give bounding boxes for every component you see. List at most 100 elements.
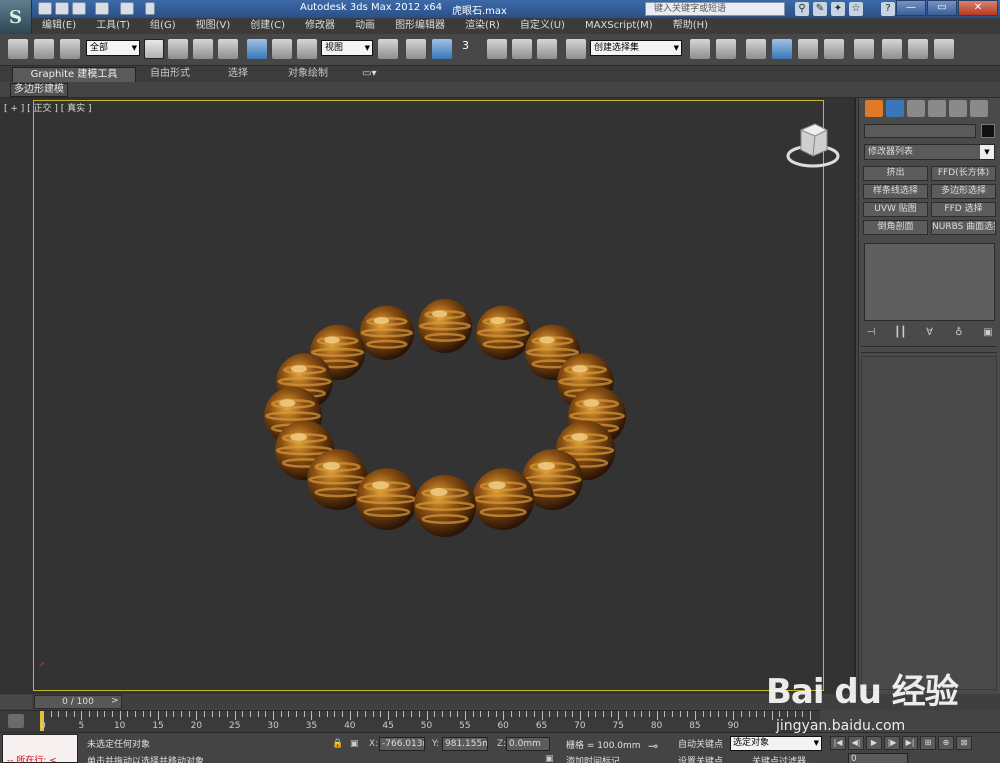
curve-editor-icon[interactable] — [798, 39, 818, 59]
modifier-list-dropdown[interactable]: 修改器列表 ▼ — [864, 144, 995, 160]
show-end-result-icon[interactable]: ┃┃ — [893, 326, 907, 340]
x-coord-field[interactable]: -766.013m — [379, 737, 425, 751]
render-setup-icon[interactable] — [882, 39, 902, 59]
add-time-tag[interactable]: 添加时间标记 — [566, 754, 620, 763]
edit-named-selection-icon[interactable] — [566, 39, 586, 59]
play-icon[interactable]: ▶ — [866, 736, 882, 750]
time-tag-icon[interactable]: ▣ — [545, 754, 554, 763]
undo-icon[interactable] — [95, 2, 109, 15]
menu-graph-editors[interactable]: 图形编辑器 — [385, 18, 455, 34]
absolute-mode-icon[interactable]: ▣ — [350, 739, 359, 749]
maxscript-listener[interactable]: -- 所在行: < — [2, 734, 78, 763]
set-key-button[interactable]: 设置关键点 — [678, 754, 723, 763]
track-bar[interactable]: 0 5 10 15 20 25 30 35 40 45 50 55 60 65 70 75 80 85 90 — [0, 710, 820, 732]
object-color-swatch[interactable] — [981, 124, 995, 138]
tab-graphite-modeling[interactable]: Graphite 建模工具 — [12, 67, 136, 82]
manipulate-icon[interactable] — [406, 39, 426, 59]
modify-tab-icon[interactable] — [886, 100, 904, 117]
bevel-profile-button[interactable]: 倒角剖面 — [863, 220, 928, 235]
layer-manager-icon[interactable] — [746, 39, 766, 59]
key-filters-button[interactable]: 关键点过滤器... — [752, 754, 815, 763]
selection-filter-dropdown[interactable]: 全部 — [86, 40, 140, 56]
rect-selection-icon[interactable] — [193, 39, 213, 59]
window-crossing-icon[interactable] — [218, 39, 238, 59]
minimize-button[interactable]: — — [896, 0, 926, 16]
rollout-area[interactable] — [861, 356, 997, 690]
material-editor-icon[interactable] — [854, 39, 874, 59]
favorites-icon[interactable]: ☆ — [849, 2, 863, 16]
current-frame-field[interactable]: 0 — [848, 753, 908, 763]
subscription-icon[interactable]: ✦ — [831, 2, 845, 16]
nurbs-surface-select-button[interactable]: NURBS 曲面选择 — [931, 220, 996, 235]
unlink-icon[interactable] — [34, 39, 54, 59]
orbit-icon[interactable]: ⊕ — [938, 736, 954, 750]
close-button[interactable]: ✕ — [958, 0, 998, 16]
app-logo[interactable]: S — [0, 0, 32, 34]
snap-toggle-icon[interactable]: 3 — [462, 39, 482, 59]
rendered-frame-icon[interactable] — [908, 39, 928, 59]
ffd-box-button[interactable]: FFD(长方体) — [931, 166, 996, 181]
select-by-name-icon[interactable] — [168, 39, 188, 59]
named-selection-dropdown[interactable]: 创建选择集 — [590, 40, 682, 56]
menu-customize[interactable]: 自定义(U) — [510, 18, 575, 34]
display-tab-icon[interactable] — [949, 100, 967, 117]
configure-sets-icon[interactable]: ▣ — [981, 326, 995, 340]
auto-key-button[interactable]: 自动关键点 — [678, 737, 723, 750]
angle-snap-icon[interactable] — [487, 39, 507, 59]
go-to-end-icon[interactable]: ▶| — [902, 736, 918, 750]
tab-selection[interactable]: 选择 — [228, 67, 248, 82]
motion-tab-icon[interactable] — [928, 100, 946, 117]
mirror-icon[interactable] — [690, 39, 710, 59]
tab-freeform[interactable]: 自由形式 — [150, 67, 190, 82]
maximize-button[interactable]: ▭ — [927, 0, 957, 16]
menu-view[interactable]: 视图(V) — [186, 18, 241, 34]
uvw-map-button[interactable]: UVW 贴图 — [863, 202, 928, 217]
binoculars-icon[interactable]: ⚲ — [795, 2, 809, 16]
link-icon[interactable] — [8, 39, 28, 59]
keyboard-shortcut-icon[interactable] — [432, 39, 452, 59]
qa-dropdown-icon[interactable] — [145, 2, 155, 15]
y-coord-field[interactable]: 981.155mm — [442, 737, 488, 751]
redo-icon[interactable] — [120, 2, 134, 15]
polygon-modeling-panel[interactable]: 多边形建模 — [10, 83, 68, 97]
track-bar-toggle-icon[interactable] — [8, 714, 24, 728]
align-icon[interactable] — [716, 39, 736, 59]
pin-stack-icon[interactable]: ⊣ — [864, 326, 878, 340]
percent-snap-icon[interactable] — [512, 39, 532, 59]
menu-modifiers[interactable]: 修改器 — [295, 18, 345, 34]
bead-bracelet[interactable] — [0, 98, 856, 694]
save-file-icon[interactable] — [72, 2, 86, 15]
search-input[interactable]: 键入关键字或短语 — [645, 2, 785, 16]
viewport[interactable]: [ + ] [ 正交 ] [ 真实 ] ↗ — [0, 98, 856, 694]
spline-select-button[interactable]: 样条线选择 — [863, 184, 928, 199]
poly-select-button[interactable]: 多边形选择 — [931, 184, 996, 199]
bind-spacewarp-icon[interactable] — [60, 39, 80, 59]
tab-object-paint[interactable]: 对象绘制 — [288, 67, 328, 82]
help-icon[interactable]: ? — [881, 2, 895, 16]
select-scale-icon[interactable] — [297, 39, 317, 59]
hierarchy-tab-icon[interactable] — [907, 100, 925, 117]
menu-rendering[interactable]: 渲染(R) — [455, 18, 510, 34]
select-move-icon[interactable] — [247, 39, 267, 59]
render-production-icon[interactable] — [934, 39, 954, 59]
modifier-stack[interactable] — [864, 243, 995, 321]
menu-edit[interactable]: 编辑(E) — [32, 18, 86, 34]
time-slider[interactable]: 0 / 100 — [34, 695, 122, 709]
maximize-viewport-icon[interactable]: ⊠ — [956, 736, 972, 750]
menu-group[interactable]: 组(G) — [140, 18, 186, 34]
object-name-field[interactable] — [864, 124, 976, 138]
make-unique-icon[interactable]: ∀ — [923, 326, 937, 340]
schematic-view-icon[interactable] — [824, 39, 844, 59]
menu-maxscript[interactable]: MAXScript(M) — [575, 18, 663, 34]
open-file-icon[interactable] — [55, 2, 69, 15]
ribbon-options-icon[interactable]: ▭▾ — [362, 67, 376, 82]
extrude-button[interactable]: 挤出 — [863, 166, 928, 181]
pivot-center-icon[interactable] — [378, 39, 398, 59]
lock-icon[interactable]: 🔒 — [332, 739, 343, 749]
z-coord-field[interactable]: 0.0mm — [506, 737, 550, 751]
select-object-icon[interactable] — [144, 39, 164, 59]
next-frame-icon[interactable]: > — [111, 696, 119, 706]
select-rotate-icon[interactable] — [272, 39, 292, 59]
key-icon[interactable]: ⊸ — [648, 739, 658, 753]
go-to-start-icon[interactable]: |◀ — [830, 736, 846, 750]
